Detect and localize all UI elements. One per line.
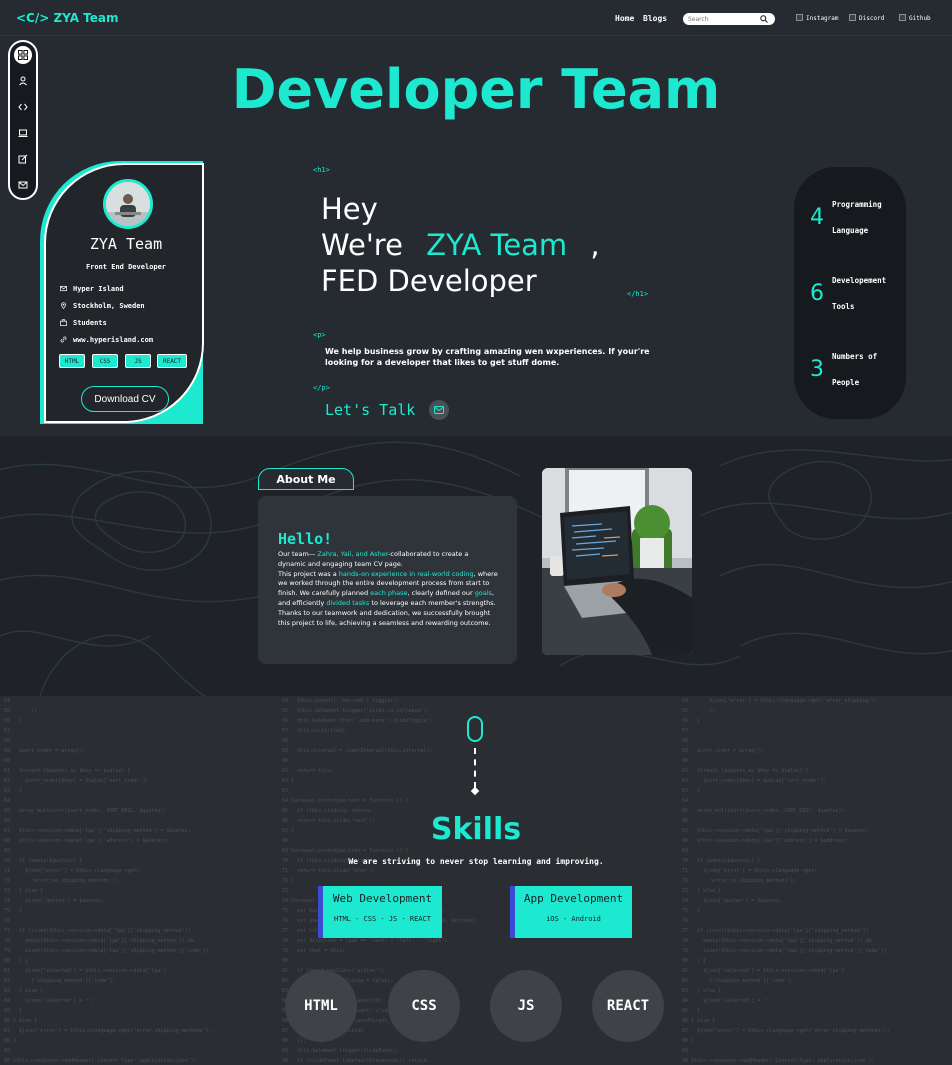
stat-people-label: Numbers of People xyxy=(832,352,878,387)
location-pin-icon xyxy=(61,302,66,310)
about-greeting: Hello! xyxy=(278,530,333,548)
stat-languages-value: 4 xyxy=(810,205,824,230)
info-location: Stockholm, Sweden xyxy=(60,302,145,310)
stat-languages-label: Programming Language xyxy=(832,200,882,235)
search-box xyxy=(683,13,775,25)
about-card: Hello! Our team— Zahra, Yali, and Asher-… xyxy=(258,496,517,664)
chip-react: REACT xyxy=(157,354,187,368)
rail-mail-button[interactable] xyxy=(14,176,32,194)
chip-js: JS xyxy=(125,354,151,368)
skills-subtitle: We are striving to never stop learning a… xyxy=(348,857,604,866)
rail-laptop-button[interactable] xyxy=(14,124,32,142)
lets-talk-link[interactable]: Let's Talk xyxy=(325,401,415,419)
tag-p-open: <p> xyxy=(313,331,326,339)
about-me-tab[interactable]: About Me xyxy=(258,468,354,490)
mail-icon xyxy=(434,406,444,414)
tag-p-close: </p> xyxy=(313,384,330,392)
mail-icon xyxy=(18,181,28,189)
hero-team-name: ZYA Team xyxy=(426,228,568,262)
link-icon xyxy=(60,336,67,343)
about-text: Our team— Zahra, Yali, and Asher-collabo… xyxy=(278,550,498,627)
mail-icon xyxy=(60,285,67,292)
avatar xyxy=(103,179,153,229)
stats-panel: 4 Programming Language 6 Developement To… xyxy=(794,167,906,419)
code-texture-right: 54 $json['error'] = $this->language->get… xyxy=(682,698,890,1064)
search-input[interactable] xyxy=(688,14,756,24)
info-website[interactable]: www.hyperisland.com xyxy=(60,336,153,344)
skills-section-background: 54 55 ); 56 } 57 58 59 $sort_order = arr… xyxy=(0,696,952,1065)
skill-bubble-js[interactable]: JS xyxy=(490,970,562,1042)
edit-icon xyxy=(18,154,28,164)
tag-h1-close: </h1> xyxy=(627,290,649,298)
profile-role: Front End Developer xyxy=(85,263,167,271)
hero-description: We help business grow by crafting amazin… xyxy=(325,347,650,367)
github-link[interactable]: Github xyxy=(899,14,931,22)
site-logo[interactable]: <C/> ZYA Team xyxy=(16,11,119,25)
code-texture-left: 54 55 ); 56 } 57 58 59 $sort_order = arr… xyxy=(4,698,212,1064)
top-navbar: <C/> ZYA Team Home Blogs Instagram Disco… xyxy=(0,0,952,36)
hero-line-were: We're ZYA Team , xyxy=(321,228,600,262)
lets-talk-button[interactable] xyxy=(429,400,449,420)
skill-bubble-css[interactable]: CSS xyxy=(388,970,460,1042)
search-icon[interactable] xyxy=(760,15,768,23)
github-icon xyxy=(899,14,906,21)
stat-tools-label: Developement Tools xyxy=(832,276,887,311)
profile-card: ZYA Team Front End Developer Hyper Islan… xyxy=(44,163,204,423)
profile-name: ZYA Team xyxy=(89,235,163,253)
skill-bubble-react[interactable]: REACT xyxy=(592,970,664,1042)
info-occupation: Students xyxy=(60,319,107,327)
laptop-icon xyxy=(18,129,28,137)
scroll-mouse-icon[interactable] xyxy=(467,716,483,742)
skills-title: Skills xyxy=(430,812,522,847)
chip-css: CSS xyxy=(92,354,118,368)
chip-html: HTML xyxy=(59,354,85,368)
about-photo xyxy=(542,468,692,655)
discord-link[interactable]: Discord xyxy=(849,14,884,22)
skill-box-web[interactable]: Web Development HTML - CSS - JS - REACT xyxy=(318,886,442,938)
hero-line-role: FED Developer xyxy=(321,264,537,298)
stat-tools-value: 6 xyxy=(810,281,824,306)
nav-home-link[interactable]: Home xyxy=(615,14,634,23)
download-cv-button[interactable]: Download CV xyxy=(81,386,169,412)
tag-h1-open: <h1> xyxy=(313,166,330,174)
page: <C/> ZYA Team Home Blogs Instagram Disco… xyxy=(0,0,952,1065)
skill-box-app[interactable]: App Development iOS - Android xyxy=(510,886,632,938)
rail-edit-button[interactable] xyxy=(14,150,32,168)
nav-blogs-link[interactable]: Blogs xyxy=(643,14,667,23)
skill-bubble-html[interactable]: HTML xyxy=(285,970,357,1042)
briefcase-icon xyxy=(60,319,67,326)
info-school: Hyper Island xyxy=(60,285,124,293)
hero-title: Developer Team xyxy=(231,58,721,121)
scroll-indicator-line xyxy=(474,748,476,788)
instagram-icon xyxy=(796,14,803,21)
instagram-link[interactable]: Instagram xyxy=(796,14,839,22)
stat-people-value: 3 xyxy=(810,357,824,382)
discord-icon xyxy=(849,14,856,21)
hero-line-hey: Hey xyxy=(321,192,378,226)
